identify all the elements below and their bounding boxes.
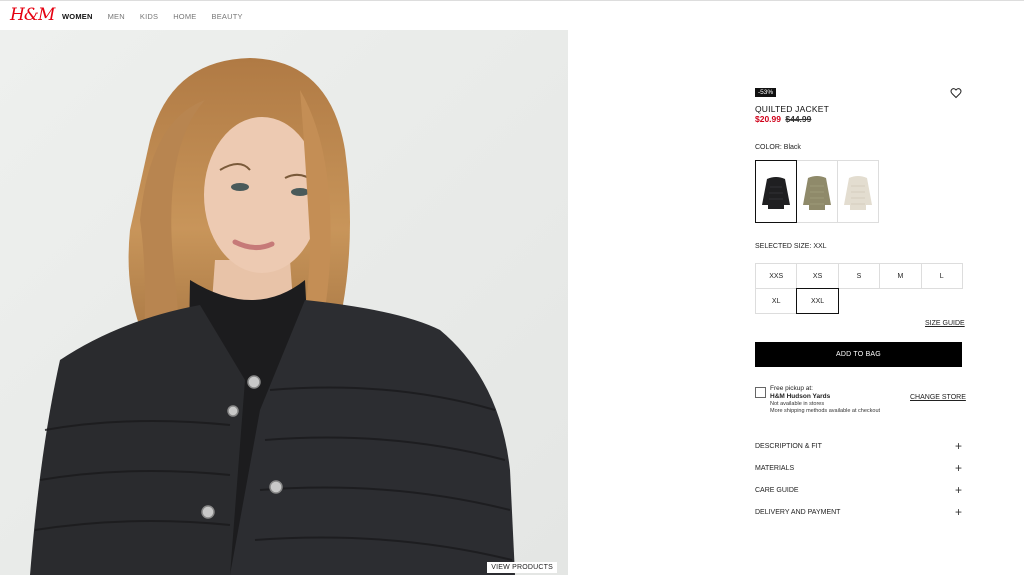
product-title: QUILTED JACKET [755,104,829,114]
nav-home[interactable]: HOME [173,12,196,21]
accordion-label: DESCRIPTION & FIT [755,442,822,450]
accordion-label: CARE GUIDE [755,486,799,494]
hm-logo[interactable]: H&M [10,5,55,25]
main-nav: WOMEN MEN KIDS HOME BEAUTY [62,12,243,21]
size-xxs[interactable]: XXS [755,263,798,289]
swatch-cream[interactable] [837,160,879,223]
selected-size-label: SELECTED SIZE: XXL [755,243,827,250]
nav-beauty[interactable]: BEAUTY [212,12,243,21]
plus-icon: + [954,483,962,497]
swatch-black[interactable] [755,160,797,223]
pickup-label: Free pickup at: [770,385,813,392]
model-photo [0,30,568,575]
color-label: COLOR: Black [755,144,801,151]
cream-jacket-thumbnail [844,176,872,210]
accordion-label: MATERIALS [755,464,795,472]
size-s[interactable]: S [837,263,881,289]
size-guide-link[interactable]: SIZE GUIDE [925,320,965,327]
accordion-materials[interactable]: MATERIALS + [755,462,962,474]
accordion-care-guide[interactable]: CARE GUIDE + [755,484,962,496]
plus-icon: + [954,505,962,519]
size-m[interactable]: M [879,263,922,289]
size-selector: XXS XS S M L XL XXL [755,263,963,314]
size-xxl[interactable]: XXL [796,288,839,314]
nav-women[interactable]: WOMEN [62,12,93,21]
view-products-button[interactable]: VIEW PRODUCTS [487,562,557,573]
color-swatches [755,160,879,223]
top-navigation: H&M WOMEN MEN KIDS HOME BEAUTY [0,0,1024,30]
size-xs[interactable]: XS [796,263,839,289]
pickup-store: H&M Hudson Yards [770,393,831,400]
plus-icon: + [954,461,962,475]
price: $20.99 $44.99 [755,114,811,124]
sale-price: $20.99 [755,114,781,124]
accordion-delivery-payment[interactable]: DELIVERY AND PAYMENT + [755,506,962,518]
pickup-info: Free pickup at: H&M Hudson Yards Not ava… [770,385,880,415]
accordion-description-fit[interactable]: DESCRIPTION & FIT + [755,440,962,452]
pickup-availability: Not available in stores [770,401,825,407]
khaki-jacket-thumbnail [803,176,831,210]
change-store-link[interactable]: CHANGE STORE [910,394,966,401]
nav-men[interactable]: MEN [108,12,125,21]
nav-kids[interactable]: KIDS [140,12,158,21]
size-l[interactable]: L [920,263,963,289]
pickup-checkbox[interactable] [755,387,766,398]
product-image: VIEW PRODUCTS [0,30,568,575]
plus-icon: + [954,439,962,453]
heart-icon[interactable] [950,87,962,99]
discount-badge: -53% [755,88,777,97]
size-xl[interactable]: XL [755,288,798,314]
add-to-bag-button[interactable]: ADD TO BAG [755,342,962,367]
swatch-khaki[interactable] [796,160,838,223]
pickup-shipping-note: More shipping methods available at check… [770,408,881,414]
original-price: $44.99 [785,114,812,124]
black-jacket-thumbnail [762,177,790,209]
accordion-label: DELIVERY AND PAYMENT [755,508,841,516]
